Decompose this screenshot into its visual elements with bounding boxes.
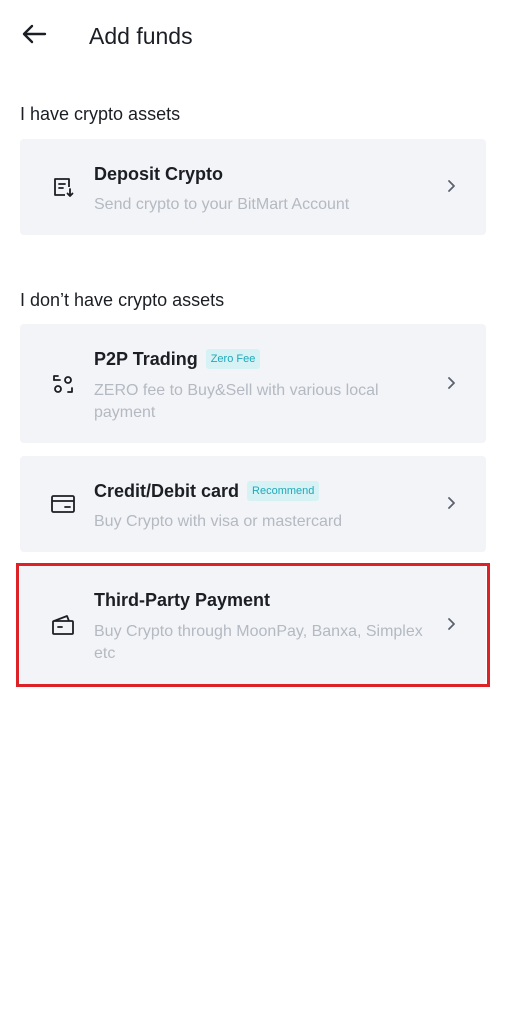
credit-debit-card-option[interactable]: Credit/Debit card Recommend Buy Crypto w…	[20, 456, 486, 552]
third-party-payment-option[interactable]: Third-Party Payment Buy Crypto through M…	[20, 566, 486, 684]
chevron-right-icon	[444, 179, 458, 193]
zero-fee-badge: Zero Fee	[205, 349, 261, 369]
option-description: Buy Crypto with visa or mastercard	[94, 513, 343, 530]
credit-card-icon	[50, 491, 76, 517]
option-description: Send crypto to your BitMart Account	[94, 196, 350, 213]
option-title: Deposit Crypto	[94, 164, 224, 184]
option-description: ZERO fee to Buy&Sell with various local …	[94, 382, 379, 421]
option-title: P2P Trading	[94, 349, 198, 369]
add-funds-page: Add funds I have crypto assets Deposit C…	[0, 0, 506, 1024]
chevron-right-icon	[444, 376, 458, 390]
wallet-icon	[50, 612, 76, 638]
section-title-have-crypto: I have crypto assets	[20, 104, 181, 124]
option-title: Credit/Debit card	[94, 481, 240, 501]
back-button[interactable]	[16, 18, 52, 54]
deposit-crypto-title-row: Deposit Crypto	[94, 162, 223, 186]
deposit-crypto-option[interactable]: Deposit Crypto Send crypto to your BitMa…	[20, 139, 486, 235]
chevron-right-icon	[444, 496, 458, 510]
section-title-no-crypto: I don’t have crypto assets	[20, 290, 225, 310]
page-title: Add funds	[89, 23, 193, 49]
credit-debit-title-row: Credit/Debit card Recommend	[94, 479, 320, 503]
arrow-left-icon	[21, 23, 47, 50]
p2p-trading-option[interactable]: P2P Trading Zero Fee ZERO fee to Buy&Sel…	[20, 324, 486, 443]
third-party-title-row: Third-Party Payment	[94, 588, 270, 612]
option-title: Third-Party Payment	[94, 590, 271, 610]
chevron-right-icon	[444, 617, 458, 631]
header: Add funds	[0, 0, 506, 72]
p2p-exchange-icon	[50, 371, 76, 397]
recommend-badge: Recommend	[247, 481, 320, 501]
deposit-list-icon	[50, 174, 76, 200]
option-description: Buy Crypto through MoonPay, Banxa, Simpl…	[94, 623, 423, 662]
p2p-trading-title-row: P2P Trading Zero Fee	[94, 347, 261, 371]
